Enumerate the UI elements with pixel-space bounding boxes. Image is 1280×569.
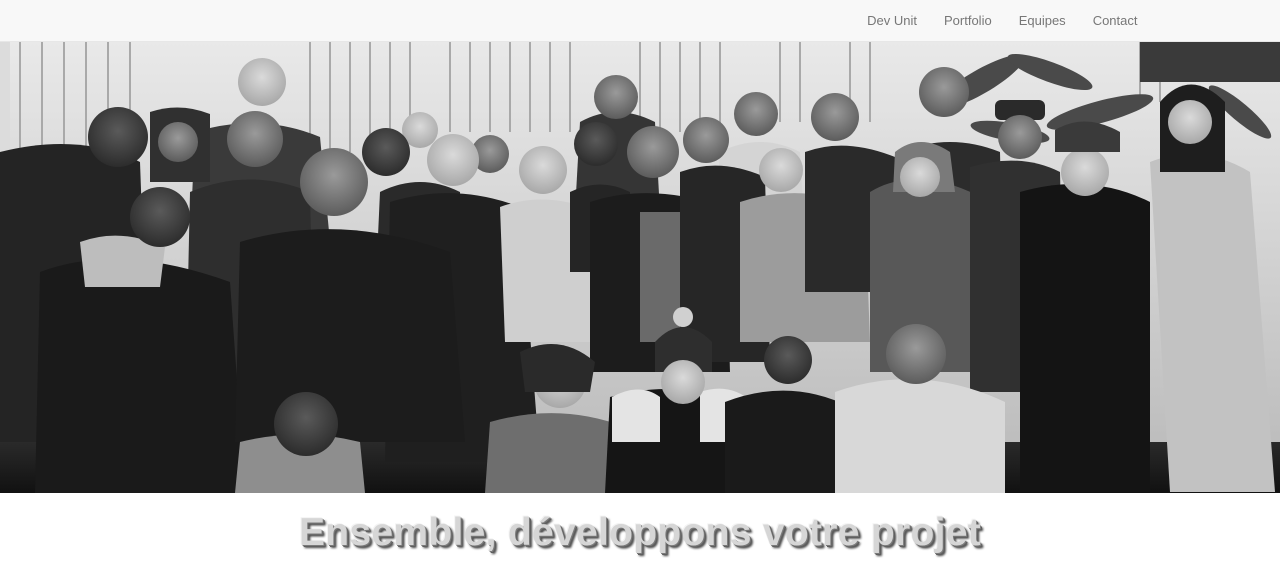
nav-link-equipes[interactable]: Equipes	[1005, 0, 1079, 42]
hero-tagline: Ensemble, développons votre projet	[298, 511, 982, 554]
nav-link-portfolio[interactable]: Portfolio	[931, 0, 1006, 42]
top-navbar: Dev Unit Portfolio Equipes Contact	[0, 0, 1280, 42]
nav-item-contact: Contact	[1079, 0, 1151, 42]
nav-item-dev-unit: Dev Unit	[854, 0, 931, 42]
hero-team-photo	[0, 42, 1280, 493]
team-photo-illustration	[0, 42, 1280, 493]
nav-item-portfolio: Portfolio	[931, 0, 1006, 42]
nav-link-dev-unit[interactable]: Dev Unit	[854, 0, 931, 42]
nav-item-equipes: Equipes	[1005, 0, 1079, 42]
nav-link-contact[interactable]: Contact	[1079, 0, 1151, 42]
nav-menu: Dev Unit Portfolio Equipes Contact	[854, 0, 1151, 42]
